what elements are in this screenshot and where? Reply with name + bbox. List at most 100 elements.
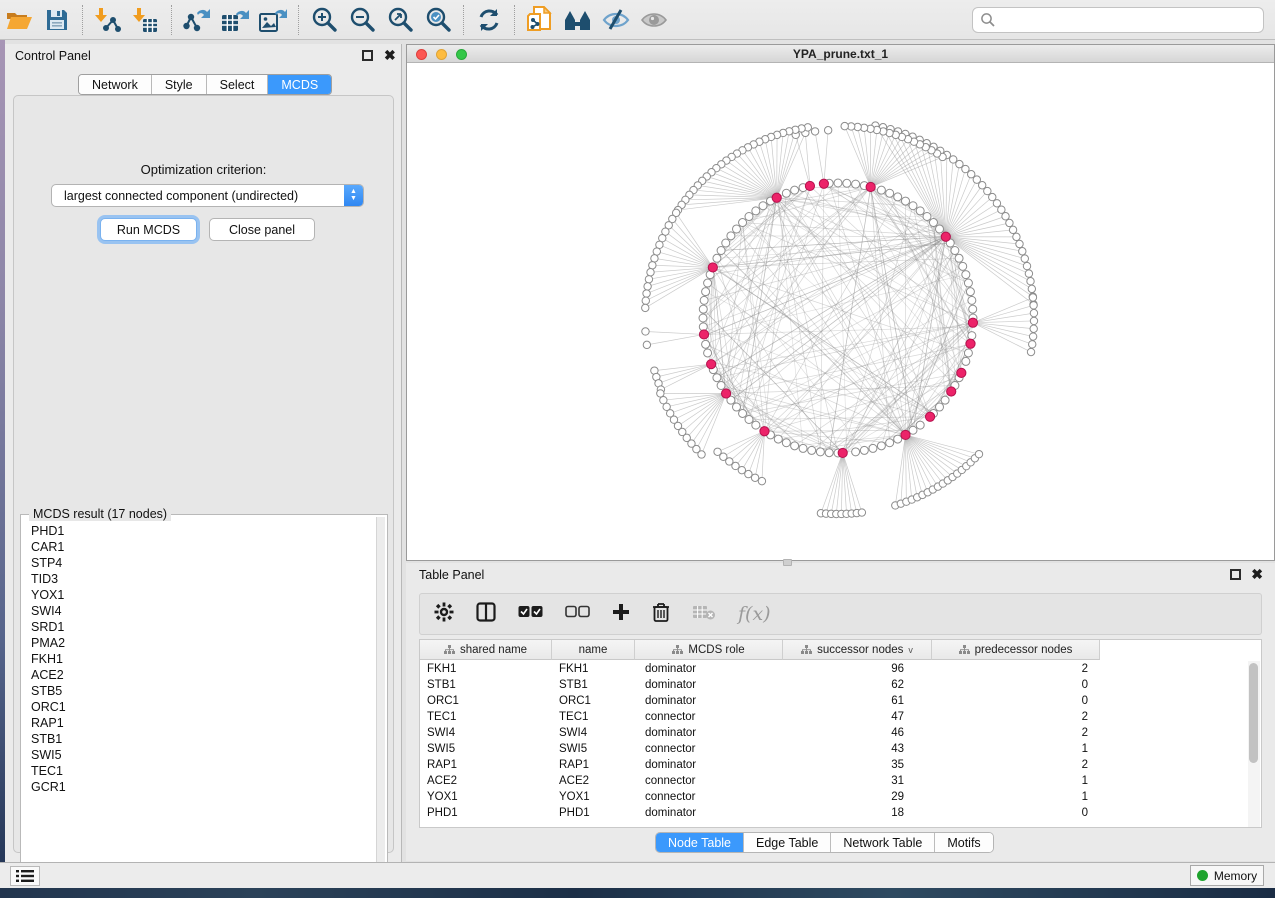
result-list-item[interactable]: SWI4: [23, 603, 375, 619]
result-list-item[interactable]: SRD1: [23, 619, 375, 635]
graph-node[interactable]: [1029, 333, 1036, 340]
graph-node[interactable]: [704, 349, 712, 357]
result-list-item[interactable]: STP4: [23, 555, 375, 571]
save-session-icon[interactable]: [40, 5, 74, 35]
result-list-item[interactable]: STB5: [23, 683, 375, 699]
graph-node[interactable]: [733, 225, 741, 233]
graph-node[interactable]: [702, 340, 710, 348]
graph-node[interactable]: [1029, 294, 1036, 301]
close-panel-icon[interactable]: ✖: [384, 48, 396, 62]
graph-node[interactable]: [717, 247, 725, 255]
graph-node[interactable]: [964, 279, 972, 287]
graph-node[interactable]: [647, 269, 654, 276]
graph-node[interactable]: [966, 288, 974, 296]
deselect-all-icon[interactable]: [565, 605, 590, 624]
graph-node[interactable]: [722, 239, 730, 247]
result-list-item[interactable]: RAP1: [23, 715, 375, 731]
column-header[interactable]: shared name: [420, 640, 552, 660]
graph-node[interactable]: [886, 439, 894, 447]
graph-node[interactable]: [1021, 255, 1028, 262]
graph-node[interactable]: [745, 470, 752, 477]
graph-node[interactable]: [941, 396, 949, 404]
graph-node[interactable]: [955, 254, 963, 262]
network-window-titlebar[interactable]: YPA_prune.txt_1: [407, 45, 1274, 63]
graph-node[interactable]: [962, 271, 970, 279]
tab-network-table[interactable]: Network Table: [831, 833, 935, 852]
graph-node[interactable]: [733, 403, 741, 411]
result-list-item[interactable]: PMA2: [23, 635, 375, 651]
graph-node[interactable]: [975, 450, 982, 457]
result-list-item[interactable]: ACE2: [23, 667, 375, 683]
graph-node[interactable]: [916, 421, 924, 429]
mcds-node[interactable]: [699, 330, 708, 339]
graph-node[interactable]: [1006, 219, 1013, 226]
graph-node[interactable]: [791, 186, 799, 194]
graph-node[interactable]: [858, 509, 865, 516]
graph-node[interactable]: [698, 451, 705, 458]
graph-node[interactable]: [909, 202, 917, 210]
result-scrollbar[interactable]: [376, 517, 385, 880]
zoom-fit-icon[interactable]: [383, 5, 417, 35]
graph-node[interactable]: [816, 448, 824, 456]
table-row[interactable]: YOX1YOX1connector291: [420, 789, 1100, 805]
graph-node[interactable]: [1030, 317, 1037, 324]
graph-node[interactable]: [642, 328, 649, 335]
first-neighbors-icon[interactable]: [561, 5, 595, 35]
graph-node[interactable]: [860, 446, 868, 454]
graph-node[interactable]: [1013, 233, 1020, 240]
column-header[interactable]: MCDS role: [635, 640, 783, 660]
table-row[interactable]: SWI5SWI5connector431: [420, 741, 1100, 757]
import-table-icon[interactable]: [129, 5, 163, 35]
mcds-node[interactable]: [957, 368, 966, 377]
add-column-icon[interactable]: [612, 603, 630, 626]
splitter-handle[interactable]: [783, 559, 792, 566]
graph-node[interactable]: [1030, 302, 1037, 309]
graph-node[interactable]: [1019, 248, 1026, 255]
graph-node[interactable]: [843, 179, 851, 187]
graph-node[interactable]: [852, 180, 860, 188]
graph-node[interactable]: [758, 477, 765, 484]
result-list-item[interactable]: CAR1: [23, 539, 375, 555]
table-row[interactable]: SWI4SWI4dominator462: [420, 725, 1100, 741]
graph-node[interactable]: [969, 305, 977, 313]
graph-node[interactable]: [1030, 309, 1037, 316]
graph-node[interactable]: [962, 357, 970, 365]
graph-node[interactable]: [935, 403, 943, 411]
column-header[interactable]: successor nodesv: [783, 640, 932, 660]
graph-node[interactable]: [699, 305, 707, 313]
graph-node[interactable]: [959, 262, 967, 270]
graph-node[interactable]: [727, 232, 735, 240]
graph-node[interactable]: [1030, 325, 1037, 332]
graph-node[interactable]: [739, 219, 747, 227]
column-header[interactable]: predecessor nodes: [932, 640, 1100, 660]
tab-select[interactable]: Select: [207, 75, 269, 94]
mcds-node[interactable]: [866, 182, 875, 191]
graph-node[interactable]: [752, 421, 760, 429]
graph-node[interactable]: [1016, 240, 1023, 247]
criterion-dropdown[interactable]: largest connected component (undirected)…: [51, 184, 364, 207]
tab-style[interactable]: Style: [152, 75, 207, 94]
graph-node[interactable]: [799, 444, 807, 452]
graph-node[interactable]: [1028, 285, 1035, 292]
graph-node[interactable]: [653, 248, 660, 255]
column-header[interactable]: name: [552, 640, 635, 660]
apply-layout-icon[interactable]: [472, 5, 506, 35]
mcds-node[interactable]: [772, 193, 781, 202]
result-list-item[interactable]: STB1: [23, 731, 375, 747]
graph-node[interactable]: [950, 156, 957, 163]
mcds-node[interactable]: [925, 412, 934, 421]
graph-node[interactable]: [643, 341, 650, 348]
mcds-node[interactable]: [901, 430, 910, 439]
graph-node[interactable]: [782, 439, 790, 447]
table-row[interactable]: TEC1TEC1connector472: [420, 709, 1100, 725]
float-table-panel-icon[interactable]: [1230, 569, 1241, 580]
result-list-item[interactable]: YOX1: [23, 587, 375, 603]
table-scrollbar-thumb[interactable]: [1249, 663, 1258, 763]
graph-node[interactable]: [825, 449, 833, 457]
graph-node[interactable]: [1023, 262, 1030, 269]
result-list-item[interactable]: TID3: [23, 571, 375, 587]
network-file-icon[interactable]: [523, 5, 557, 35]
graph-node[interactable]: [877, 186, 885, 194]
graph-node[interactable]: [774, 435, 782, 443]
graph-node[interactable]: [1027, 348, 1034, 355]
